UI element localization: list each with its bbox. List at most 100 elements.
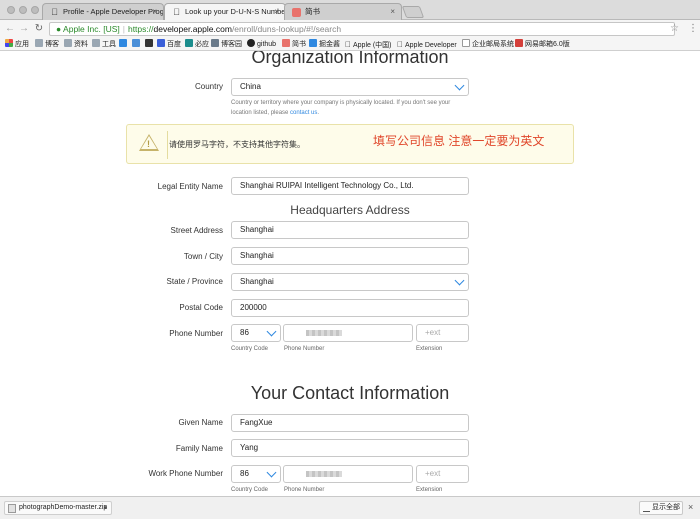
bookmark-c[interactable]	[145, 39, 155, 50]
page-icon	[462, 39, 470, 47]
page-content: Organization Information Country China C…	[0, 51, 700, 496]
family-name-input[interactable]: Yang	[231, 439, 469, 457]
bookmark-appstore[interactable]	[119, 39, 129, 50]
country-help-text: Country or territory where your company …	[231, 100, 451, 116]
site-icon	[132, 39, 140, 47]
download-icon	[643, 505, 650, 512]
navigation-bar: ← → ↻ ● Apple Inc. [US] | https://develope…	[0, 20, 700, 38]
apple-icon: 	[172, 8, 181, 17]
country-label: Country	[194, 82, 223, 91]
lock-icon: ●	[56, 24, 62, 34]
extension-caption: Extension	[416, 487, 443, 493]
bookmark-folder-materials[interactable]: 资料	[64, 39, 88, 50]
state-value: Shanghai	[240, 277, 274, 286]
show-all-button[interactable]: 显示全部	[639, 501, 683, 515]
phone-number-caption: Phone Number	[284, 487, 325, 493]
legal-entity-input[interactable]: Shanghai RUIPAI Intelligent Technology C…	[231, 177, 469, 195]
work-phone-country-code-select[interactable]: 86	[231, 465, 281, 483]
bing-icon	[185, 39, 193, 47]
kebab-menu-icon[interactable]: ⋮	[688, 23, 698, 34]
forward-arrow-icon[interactable]: →	[18, 23, 30, 35]
bookmark-apps[interactable]: 应用	[5, 39, 29, 50]
tab-jianshu[interactable]: 简书 ×	[284, 3, 402, 20]
phone-ext-input[interactable]: +ext	[416, 324, 469, 342]
minimize-window-button[interactable]	[19, 6, 27, 14]
bookmark-github[interactable]: github	[247, 39, 276, 50]
contact-title: Your Contact Information	[250, 383, 450, 403]
bookmark-enterprise-mail[interactable]: 企业邮局系统	[462, 39, 514, 50]
url-scheme: https://	[127, 24, 154, 34]
url-path: /enroll/duns-lookup/#!/search	[231, 24, 342, 34]
bookmarks-bar: 应用 博客 资料 工具 百度 必应 博客园 github 简书 掘金酱 App…	[0, 38, 700, 51]
bookmark-vue[interactable]	[132, 39, 142, 50]
bookmark-folder-tools[interactable]: 工具	[92, 39, 116, 50]
reload-icon[interactable]: ↻	[33, 23, 45, 35]
chevron-down-icon	[454, 80, 465, 91]
bookmark-folder-blog[interactable]: 博客	[35, 39, 59, 50]
town-input[interactable]: Shanghai	[231, 247, 469, 265]
work-phone-ext-input[interactable]: +ext	[416, 465, 469, 483]
bookmark-baidu[interactable]: 百度	[157, 39, 181, 50]
work-phone-label: Work Phone Number	[148, 469, 223, 478]
bookmark-163-mail[interactable]: 网易邮箱6.0版	[515, 39, 570, 50]
bookmark-jianshu[interactable]: 简书	[282, 39, 306, 50]
address-bar[interactable]: ● Apple Inc. [US] | https://developer.appl…	[49, 22, 675, 36]
legal-entity-label: Legal Entity Name	[157, 182, 223, 191]
tab-title: Look up your D-U-N-S Numbe	[185, 7, 286, 16]
postal-label: Postal Code	[179, 303, 223, 312]
tab-duns-lookup[interactable]:  Look up your D-U-N-S Numbe ×	[164, 3, 286, 21]
download-filename: photographDemo-master.zip	[19, 504, 108, 511]
new-tab-button[interactable]	[401, 6, 425, 18]
juejin-icon	[309, 39, 317, 47]
apple-icon: 	[397, 40, 403, 49]
back-arrow-icon[interactable]: ←	[4, 23, 16, 35]
close-tab-icon[interactable]: ×	[274, 4, 279, 20]
bookmark-juejin[interactable]: 掘金酱	[309, 39, 340, 50]
phone-country-code-select[interactable]: 86	[231, 324, 281, 342]
tab-title: 简书	[305, 7, 320, 16]
cnblogs-icon	[211, 39, 219, 47]
bookmark-apple-developer[interactable]: Apple Developer	[397, 39, 457, 51]
chevron-up-icon[interactable]: ▴	[103, 502, 107, 514]
extension-caption: Extension	[416, 346, 443, 352]
close-tab-icon[interactable]: ×	[152, 4, 157, 20]
state-select[interactable]: Shanghai	[231, 273, 469, 291]
given-name-input[interactable]: FangXue	[231, 414, 469, 432]
chevron-down-icon	[266, 467, 277, 478]
bookmark-star-icon[interactable]: ☆	[670, 23, 679, 34]
tab-profile[interactable]:  Profile - Apple Developer Prog ×	[42, 3, 164, 20]
country-code-caption: Country Code	[231, 487, 269, 493]
bookmark-apple-china[interactable]: Apple (中国)	[345, 39, 392, 51]
download-item[interactable]: photographDemo-master.zip ▴	[4, 501, 112, 515]
download-bar: photographDemo-master.zip ▴ 显示全部 ×	[0, 496, 700, 519]
bookmark-bing[interactable]: 必应	[185, 39, 209, 50]
url-host: developer.apple.com	[153, 24, 232, 34]
tab-title: Profile - Apple Developer Prog	[63, 7, 164, 16]
ev-certificate-label: Apple Inc. [US]	[63, 24, 120, 34]
town-label: Town / City	[183, 252, 223, 261]
contact-us-link[interactable]: contact us	[290, 110, 317, 116]
street-input[interactable]: Shanghai	[231, 221, 469, 239]
phone-number-input[interactable]	[283, 324, 413, 342]
baidu-icon	[157, 39, 165, 47]
organization-title: Organization Information	[251, 51, 449, 67]
bookmark-cnblogs[interactable]: 博客园	[211, 39, 242, 50]
redacted-phone	[306, 330, 342, 336]
close-tab-icon[interactable]: ×	[390, 4, 395, 20]
folder-icon	[35, 39, 43, 47]
zoom-window-button[interactable]	[31, 6, 39, 14]
family-name-label: Family Name	[175, 444, 223, 453]
country-select[interactable]: China	[231, 78, 469, 96]
work-phone-number-input[interactable]	[283, 465, 413, 483]
phone-number-caption: Phone Number	[284, 346, 325, 352]
close-window-button[interactable]	[7, 6, 15, 14]
postal-input[interactable]: 200000	[231, 299, 469, 317]
netease-icon	[515, 39, 523, 47]
close-icon[interactable]: ×	[688, 502, 693, 512]
street-label: Street Address	[170, 226, 223, 235]
annotation-note: 填写公司信息 注意一定要为英文	[373, 134, 545, 148]
redacted-phone	[306, 471, 342, 477]
jianshu-icon	[282, 39, 290, 47]
headquarters-title: Headquarters Address	[290, 203, 410, 217]
warning-message: 请使用罗马字符，不支持其他字符集。	[169, 140, 305, 149]
